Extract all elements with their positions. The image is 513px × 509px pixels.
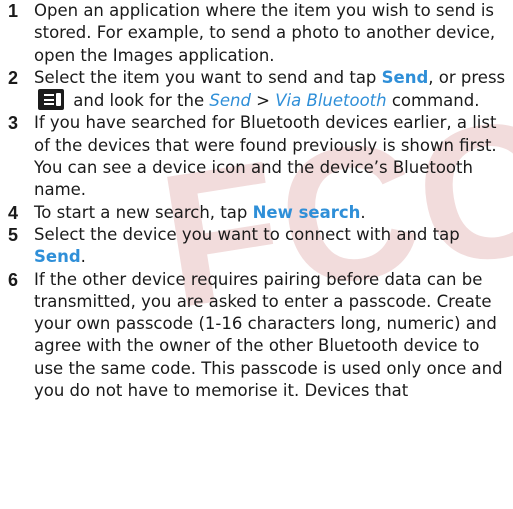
step-text: . [80, 247, 86, 267]
step-1: 1 Open an application where the item you… [0, 0, 513, 67]
step-number: 3 [8, 113, 19, 134]
step-number: 2 [8, 67, 19, 88]
step-text: , or press [428, 67, 506, 87]
step-4: 4 To start a new search, tap New search. [0, 202, 513, 224]
step-number: 6 [8, 269, 19, 290]
step-text: Open an application where the item you w… [34, 1, 496, 65]
step-5: 5 Select the device you want to connect … [0, 224, 513, 269]
step-2: 2 Select the item you want to send and t… [0, 67, 513, 113]
step-6: 6 If the other device requires pairing b… [0, 269, 513, 403]
step-list: 1 Open an application where the item you… [0, 0, 513, 402]
step-text: To start a new search, tap [34, 202, 253, 222]
step-text: If you have searched for Bluetooth devic… [34, 113, 497, 200]
send-link: Send [34, 247, 81, 267]
step-text: and look for the [73, 91, 210, 111]
step-text: Select the device you want to connect wi… [34, 224, 460, 244]
step-text: Select the item you want to send and tap [34, 67, 382, 87]
menu-separator: > [250, 91, 276, 111]
new-search-link: New search [252, 202, 361, 222]
send-menu-path: Send [209, 91, 251, 111]
step-number: 5 [8, 224, 19, 245]
step-text: . [360, 202, 366, 222]
send-link: Send [381, 67, 429, 87]
document-page: FCC 1 Open an application where the item… [0, 0, 513, 509]
step-number: 1 [8, 1, 19, 21]
step-text: command. [386, 91, 480, 111]
step-number: 4 [8, 202, 19, 223]
step-3: 3 If you have searched for Bluetooth dev… [0, 112, 513, 201]
step-text: If the other device requires pairing bef… [34, 269, 503, 401]
via-bluetooth-menu-path: Via Bluetooth [275, 91, 387, 111]
menu-key-icon [38, 89, 64, 111]
